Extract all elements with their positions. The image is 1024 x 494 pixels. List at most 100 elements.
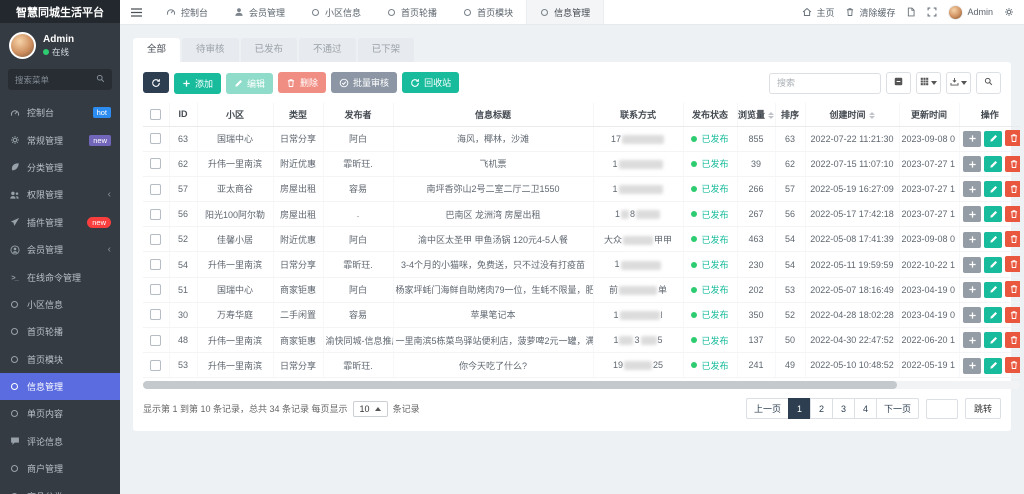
- select-all-checkbox[interactable]: [150, 109, 161, 120]
- row-delete-button[interactable]: [1005, 231, 1020, 247]
- page-button-4[interactable]: 4: [854, 398, 877, 419]
- filter-tab-全部[interactable]: 全部: [133, 38, 180, 62]
- topbar-tab-首页轮播[interactable]: 首页轮播: [374, 0, 450, 24]
- topbar-tab-控制台[interactable]: 控制台: [153, 0, 221, 24]
- horizontal-scrollbar[interactable]: [143, 381, 1020, 389]
- row-checkbox[interactable]: [150, 309, 161, 320]
- add-button[interactable]: 添加: [174, 73, 221, 94]
- row-delete-button[interactable]: [1005, 206, 1020, 222]
- column-header-浏览量[interactable]: 浏览量: [737, 103, 775, 126]
- row-detail-button[interactable]: [963, 131, 981, 147]
- topbar-tab-会员管理[interactable]: 会员管理: [221, 0, 298, 24]
- row-delete-button[interactable]: [1005, 307, 1020, 323]
- settings-button[interactable]: [1004, 7, 1014, 17]
- refresh-button[interactable]: [143, 72, 169, 93]
- row-delete-button[interactable]: [1005, 181, 1020, 197]
- row-edit-button[interactable]: [984, 257, 1002, 273]
- hamburger-icon[interactable]: [120, 0, 153, 24]
- row-checkbox[interactable]: [150, 259, 161, 270]
- row-delete-button[interactable]: [1005, 281, 1020, 297]
- admin-menu[interactable]: Admin: [948, 5, 993, 20]
- column-label: 排序: [781, 110, 799, 120]
- sidebar-item-商户管理[interactable]: 商户管理: [0, 455, 120, 482]
- sidebar-item-评论信息[interactable]: 评论信息: [0, 428, 120, 455]
- page-button-3[interactable]: 3: [832, 398, 855, 419]
- row-detail-button[interactable]: [963, 156, 981, 172]
- sidebar-item-在线命令管理[interactable]: >_在线命令管理: [0, 263, 120, 290]
- sidebar-item-常规管理[interactable]: 常规管理new: [0, 126, 120, 153]
- row-delete-button[interactable]: [1005, 256, 1020, 272]
- columns-button[interactable]: [916, 72, 941, 94]
- column-header-创建时间[interactable]: 创建时间: [805, 103, 899, 126]
- next-page-button[interactable]: 下一页: [876, 398, 919, 419]
- row-checkbox[interactable]: [150, 284, 161, 295]
- sidebar-item-首页模块[interactable]: 首页模块: [0, 346, 120, 373]
- home-link[interactable]: 主页: [802, 6, 834, 19]
- row-checkbox[interactable]: [150, 234, 161, 245]
- row-edit-button[interactable]: [984, 156, 1002, 172]
- row-detail-button[interactable]: [963, 181, 981, 197]
- sidebar-item-会员管理[interactable]: 会员管理‹: [0, 236, 120, 263]
- filter-tab-不通过[interactable]: 不通过: [299, 38, 356, 62]
- sidebar-search-input[interactable]: [15, 75, 96, 85]
- row-checkbox[interactable]: [150, 335, 161, 346]
- page-button-2[interactable]: 2: [810, 398, 833, 419]
- row-edit-button[interactable]: [984, 206, 1002, 222]
- sidebar-item-单页内容[interactable]: 单页内容: [0, 400, 120, 427]
- sidebar-item-插件管理[interactable]: 插件管理new: [0, 209, 120, 236]
- sidebar-item-小区信息[interactable]: 小区信息: [0, 291, 120, 318]
- sidebar-item-控制台[interactable]: 控制台hot: [0, 99, 120, 126]
- row-checkbox[interactable]: [150, 209, 161, 220]
- fullscreen-button[interactable]: [927, 7, 937, 17]
- row-delete-button[interactable]: [1005, 357, 1020, 373]
- topbar-tab-首页模块[interactable]: 首页模块: [450, 0, 526, 24]
- clear-cache-button[interactable]: 清除缓存: [845, 6, 895, 19]
- batch-audit-button[interactable]: 批量审核: [331, 72, 397, 93]
- row-delete-button[interactable]: [1005, 130, 1020, 146]
- recycle-bin-button[interactable]: 回收站: [402, 72, 459, 93]
- row-detail-button[interactable]: [963, 232, 981, 248]
- row-edit-button[interactable]: [984, 282, 1002, 298]
- sidebar-item-首页轮播[interactable]: 首页轮播: [0, 318, 120, 345]
- row-checkbox[interactable]: [150, 133, 161, 144]
- search-button[interactable]: [976, 72, 1001, 94]
- filter-tab-已发布[interactable]: 已发布: [241, 38, 298, 62]
- row-detail-button[interactable]: [963, 206, 981, 222]
- row-detail-button[interactable]: [963, 307, 981, 323]
- scrollbar-thumb[interactable]: [143, 381, 897, 389]
- jump-button[interactable]: 跳转: [965, 398, 1001, 419]
- topbar-tab-信息管理[interactable]: 信息管理: [526, 0, 604, 24]
- row-delete-button[interactable]: [1005, 156, 1020, 172]
- row-detail-button[interactable]: [963, 358, 981, 374]
- table-search-input[interactable]: [769, 73, 881, 94]
- row-detail-button[interactable]: [963, 257, 981, 273]
- per-page-select[interactable]: 10: [353, 401, 388, 417]
- row-detail-button[interactable]: [963, 332, 981, 348]
- row-edit-button[interactable]: [984, 332, 1002, 348]
- row-checkbox[interactable]: [150, 360, 161, 371]
- row-edit-button[interactable]: [984, 307, 1002, 323]
- edit-button[interactable]: 编辑: [226, 73, 273, 94]
- filter-tab-待审核[interactable]: 待审核: [182, 38, 239, 62]
- prev-page-button[interactable]: 上一页: [746, 398, 789, 419]
- row-edit-button[interactable]: [984, 131, 1002, 147]
- row-delete-button[interactable]: [1005, 332, 1020, 348]
- export-button[interactable]: [946, 72, 971, 94]
- row-edit-button[interactable]: [984, 232, 1002, 248]
- row-edit-button[interactable]: [984, 181, 1002, 197]
- sidebar-item-分类管理[interactable]: 分类管理: [0, 154, 120, 181]
- row-checkbox[interactable]: [150, 158, 161, 169]
- topbar-tab-小区信息[interactable]: 小区信息: [298, 0, 374, 24]
- sidebar-item-信息管理[interactable]: 信息管理: [0, 373, 120, 400]
- page-button-1[interactable]: 1: [788, 398, 811, 419]
- toggle-search-button[interactable]: [886, 72, 911, 94]
- jump-page-input[interactable]: [926, 399, 958, 419]
- sidebar-item-商品分类[interactable]: 商品分类: [0, 482, 120, 494]
- delete-button[interactable]: 删除: [278, 72, 326, 93]
- row-detail-button[interactable]: [963, 282, 981, 298]
- row-edit-button[interactable]: [984, 358, 1002, 374]
- sidebar-item-权限管理[interactable]: 权限管理‹: [0, 181, 120, 208]
- row-checkbox[interactable]: [150, 184, 161, 195]
- filter-tab-已下架[interactable]: 已下架: [358, 38, 415, 62]
- page-refresh-button[interactable]: [906, 7, 916, 17]
